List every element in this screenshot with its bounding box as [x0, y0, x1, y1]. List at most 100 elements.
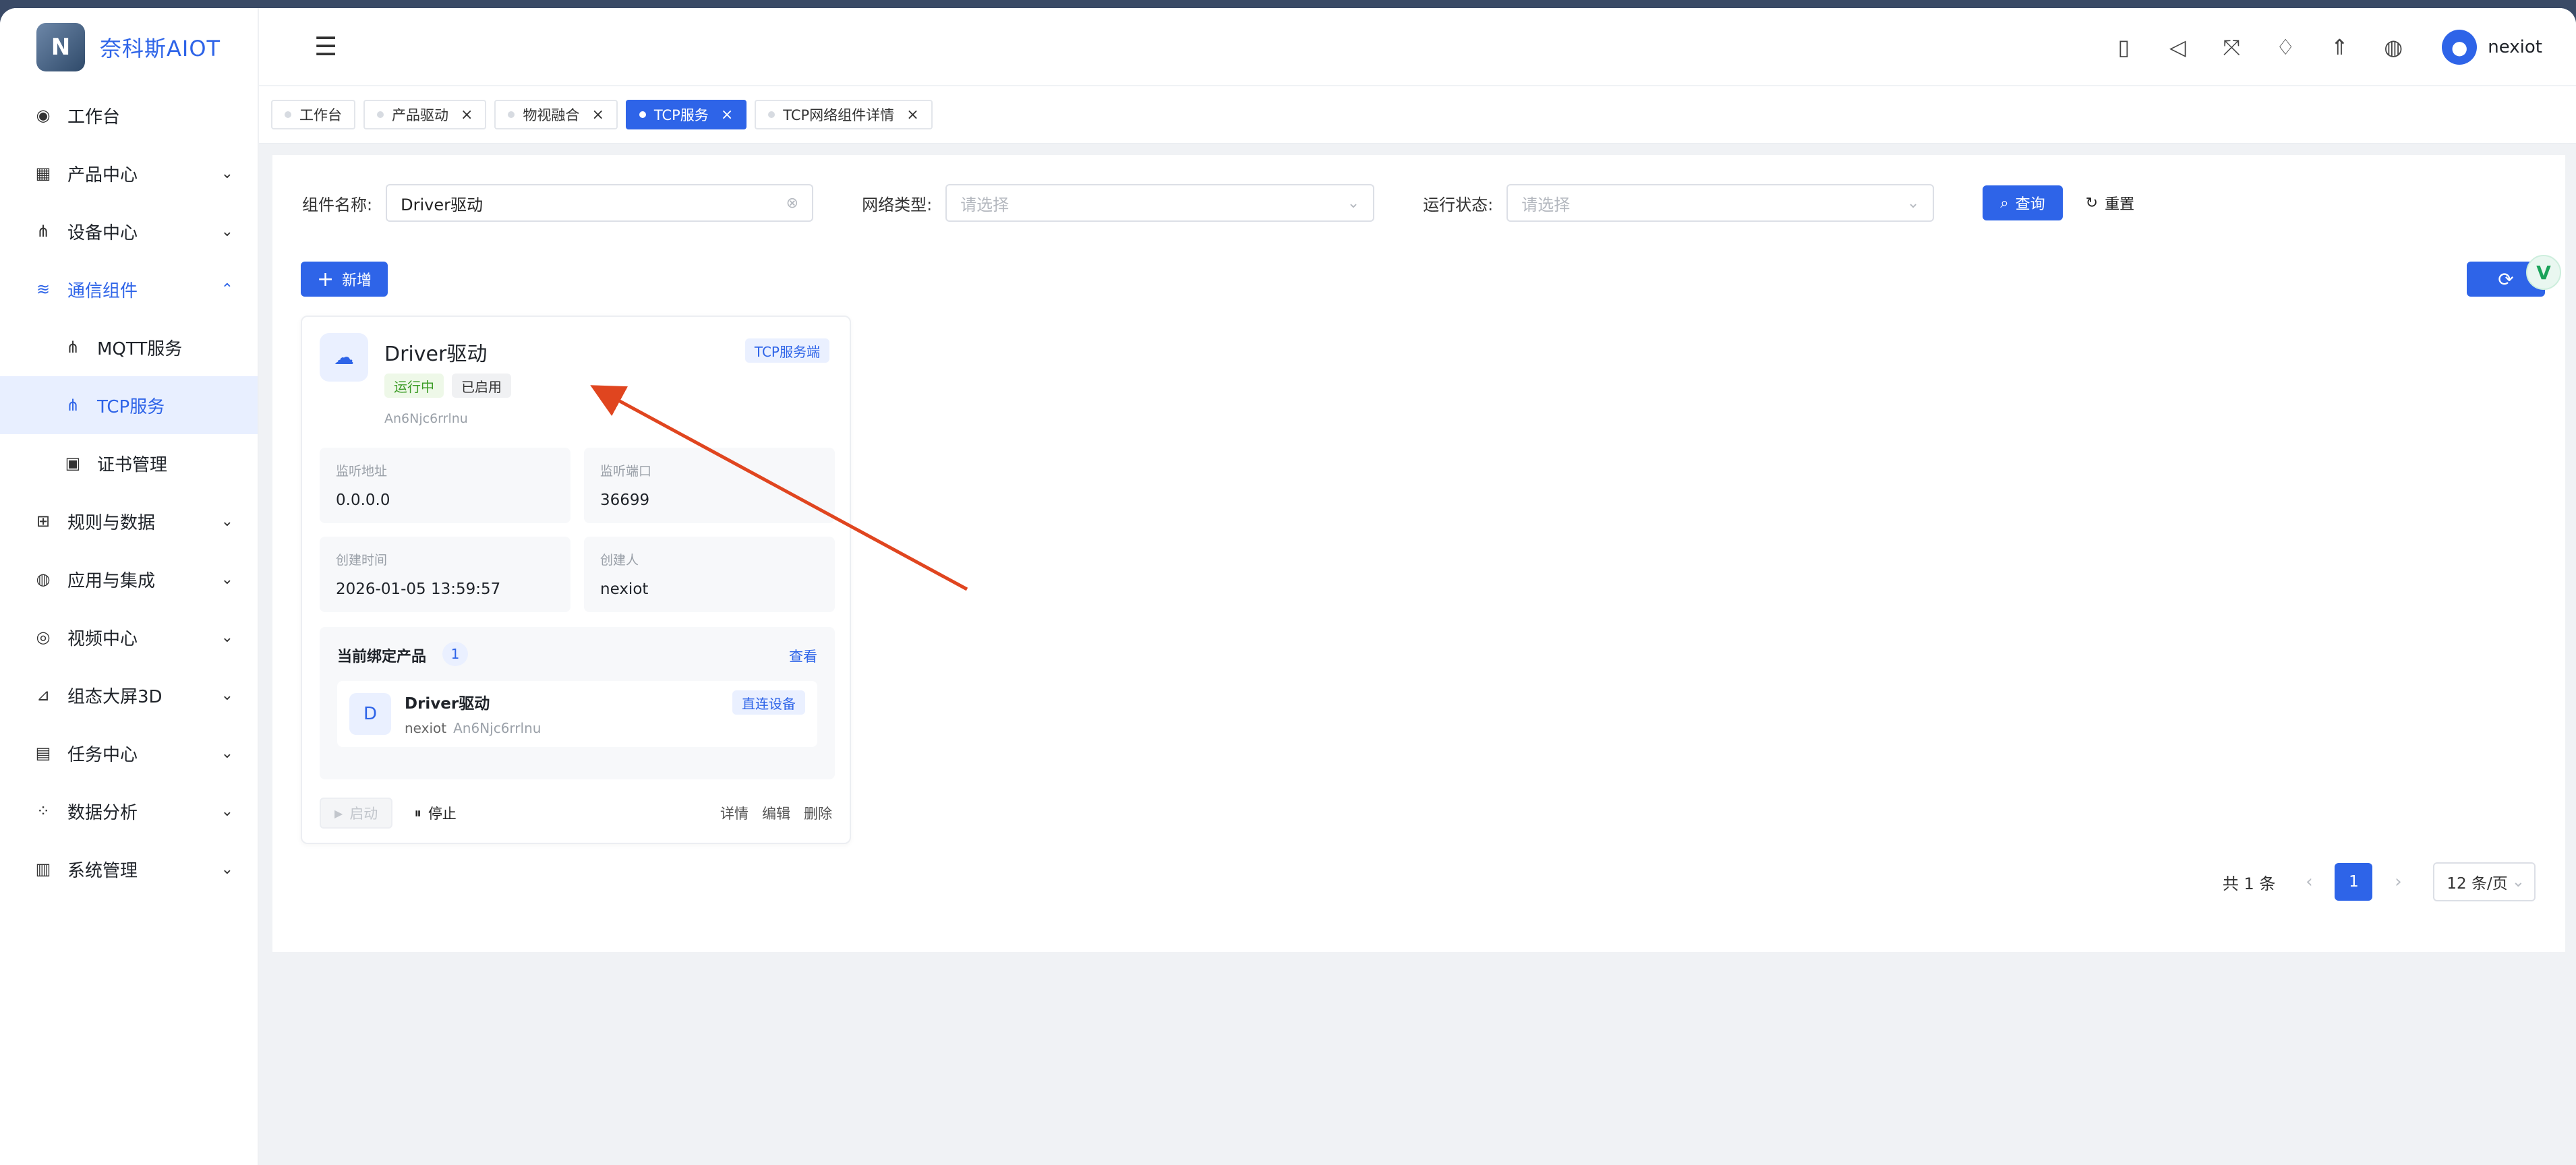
bell-icon[interactable]: ♢ — [2258, 34, 2312, 60]
next-page-icon[interactable]: › — [2382, 872, 2414, 892]
sidebar-item-system[interactable]: ▥ 系统管理 ⌄ — [0, 840, 258, 898]
clear-icon[interactable]: ⊗ — [786, 195, 798, 212]
sidebar-item-label: 产品中心 — [67, 165, 138, 185]
close-icon[interactable]: × — [591, 107, 604, 123]
extension-badge-icon[interactable]: V — [2526, 255, 2561, 290]
chevron-down-icon: ⌄ — [221, 512, 233, 530]
add-button[interactable]: + 新增 — [301, 262, 388, 297]
tab-tcp-service[interactable]: TCP服务 × — [625, 100, 747, 129]
sidebar-item-product-center[interactable]: ▦ 产品中心 ⌄ — [0, 144, 258, 202]
bound-product-item[interactable]: D Driver驱动 nexiot An6Njc6rrlnu 直连设备 — [337, 681, 817, 747]
chevron-down-icon: ⌄ — [221, 222, 233, 240]
page-size-select[interactable]: 12 条/页 ⌄ — [2433, 862, 2536, 901]
reset-button[interactable]: ↻ 重置 — [2072, 185, 2148, 220]
run-status-select[interactable]: 请选择 ⌄ — [1506, 184, 1935, 222]
top-header: ☰ ▯ ◁ ⤧ ♢ ⇑ ◍ ● nexiot — [259, 8, 2576, 86]
sidebar-item-device-center[interactable]: ⋔ 设备中心 ⌄ — [0, 202, 258, 260]
device-icon: ⋔ — [36, 222, 51, 241]
megaphone-icon[interactable]: ◁ — [2150, 34, 2204, 60]
username[interactable]: nexiot — [2488, 37, 2542, 57]
sidebar-item-tasks[interactable]: ▤ 任务中心 ⌄ — [0, 724, 258, 782]
chevron-down-icon: ⌄ — [1347, 194, 1360, 212]
device-type-tag: 直连设备 — [732, 690, 805, 715]
network-type-label: 网络类型: — [862, 195, 933, 214]
sidebar-item-label: 任务中心 — [67, 744, 138, 765]
page-size-value: 12 条/页 — [2447, 875, 2508, 893]
avatar[interactable]: ● — [2442, 30, 2478, 65]
start-button[interactable]: ▶ 启动 — [320, 798, 393, 829]
tab-product-driver[interactable]: 产品驱动 × — [363, 100, 487, 129]
close-icon[interactable]: × — [906, 107, 918, 123]
sidebar-item-label: 通信组件 — [67, 280, 138, 301]
pagination: 共 1 条 ‹ 1 › 12 条/页 ⌄ — [2223, 862, 2536, 902]
tab-dot — [377, 111, 384, 118]
tab-workbench[interactable]: 工作台 — [271, 100, 355, 129]
mqtt-icon: ⋔ — [65, 338, 80, 357]
pagination-total: 共 1 条 — [2222, 874, 2276, 893]
sidebar-item-rules[interactable]: ⊞ 规则与数据 ⌄ — [0, 492, 258, 550]
close-icon[interactable]: × — [721, 107, 733, 123]
header-actions: ▯ ◁ ⤧ ♢ ⇑ ◍ ● nexiot — [2097, 8, 2542, 86]
tab-label: 工作台 — [299, 107, 342, 123]
sidebar-item-tcp[interactable]: ⋔ TCP服务 — [0, 376, 258, 434]
network-type-select[interactable]: 请选择 ⌄ — [945, 184, 1375, 222]
network-type-placeholder: 请选择 — [960, 195, 1009, 214]
search-label: 查询 — [2015, 196, 2045, 213]
sidebar-item-apps[interactable]: ◍ 应用与集成 ⌄ — [0, 550, 258, 608]
fullscreen-icon[interactable]: ⤧ — [2204, 34, 2258, 61]
tcp-component-card[interactable]: ☁ Driver驱动 TCP服务端 运行中 已启用 An6Njc6rrlnu 监… — [301, 316, 851, 844]
rocket-icon[interactable]: ⇑ — [2312, 34, 2366, 60]
reset-label: 重置 — [2105, 196, 2135, 213]
stop-button[interactable]: ⏸ 停止 — [401, 798, 470, 829]
prev-page-icon[interactable]: ‹ — [2293, 872, 2325, 892]
chevron-down-icon: ⌄ — [221, 628, 233, 646]
chevron-down-icon: ⌄ — [221, 570, 233, 588]
created-time-label: 创建时间 — [336, 553, 388, 568]
sidebar-item-label: 工作台 — [67, 107, 121, 127]
name-filter-input[interactable]: Driver驱动 ⊗ — [386, 184, 814, 222]
card-title: Driver驱动 — [384, 342, 488, 366]
sidebar-item-workbench[interactable]: ◉ 工作台 — [0, 86, 258, 144]
play-icon: ▶ — [334, 806, 343, 820]
creator-value: nexiot — [600, 580, 649, 598]
sidebar-item-dashboard-3d[interactable]: ⊿ 组态大屏3D ⌄ — [0, 666, 258, 724]
sidebar-item-certificate[interactable]: ▣ 证书管理 — [0, 434, 258, 492]
task-icon: ▤ — [35, 744, 51, 763]
detail-link[interactable]: 详情 — [720, 803, 749, 823]
search-icon: ⌕ — [2000, 194, 2009, 212]
listen-port-box: 监听端口 36699 — [584, 448, 835, 523]
tab-tcp-detail[interactable]: TCP网络组件详情 × — [755, 100, 933, 129]
tab-vision-fusion[interactable]: 物视融合 × — [494, 100, 618, 129]
sidebar-item-label: 组态大屏3D — [67, 686, 163, 707]
chevron-down-icon: ⌄ — [221, 860, 233, 878]
refresh-icon: ⟳ — [2498, 268, 2514, 291]
sidebar-item-video[interactable]: ◎ 视频中心 ⌄ — [0, 608, 258, 666]
listen-address-box: 监听地址 0.0.0.0 — [320, 448, 570, 523]
created-time-box: 创建时间 2026-01-05 13:59:57 — [320, 537, 570, 612]
search-button[interactable]: ⌕ 查询 — [1983, 185, 2063, 220]
sidebar: N 奈科斯AIOT ◉ 工作台 ▦ 产品中心 ⌄ ⋔ 设备中心 ⌄ ≋ 通信组件… — [0, 8, 259, 1165]
close-icon[interactable]: × — [461, 107, 473, 123]
card-links: 详情 编辑 删除 — [707, 803, 832, 823]
created-time-value: 2026-01-05 13:59:57 — [336, 580, 501, 598]
globe-icon[interactable]: ◍ — [2366, 34, 2420, 60]
sidebar-item-mqtt[interactable]: ⋔ MQTT服务 — [0, 318, 258, 376]
chevron-down-icon: ⌄ — [2511, 873, 2525, 891]
plus-icon: + — [317, 267, 334, 291]
sidebar-item-label: 系统管理 — [67, 860, 138, 881]
bound-product-owner: nexiot — [405, 720, 447, 736]
component-code: An6Njc6rrlnu — [384, 411, 468, 426]
sidebar-item-label: 视频中心 — [67, 628, 138, 649]
page-number[interactable]: 1 — [2335, 863, 2373, 901]
protocol-tag: TCP服务端 — [744, 338, 829, 363]
edit-link[interactable]: 编辑 — [762, 803, 790, 823]
book-icon[interactable]: ▯ — [2097, 34, 2150, 60]
view-bound-link[interactable]: 查看 — [789, 646, 817, 666]
analysis-icon: ⁘ — [36, 802, 51, 820]
chevron-up-icon: ⌃ — [221, 280, 233, 298]
sidebar-item-communication[interactable]: ≋ 通信组件 ⌃ — [0, 260, 258, 318]
sidebar-item-analysis[interactable]: ⁘ 数据分析 ⌄ — [0, 782, 258, 840]
brand[interactable]: N 奈科斯AIOT — [0, 8, 258, 86]
delete-link[interactable]: 删除 — [804, 803, 832, 823]
menu-collapse-icon[interactable]: ☰ — [314, 32, 337, 61]
